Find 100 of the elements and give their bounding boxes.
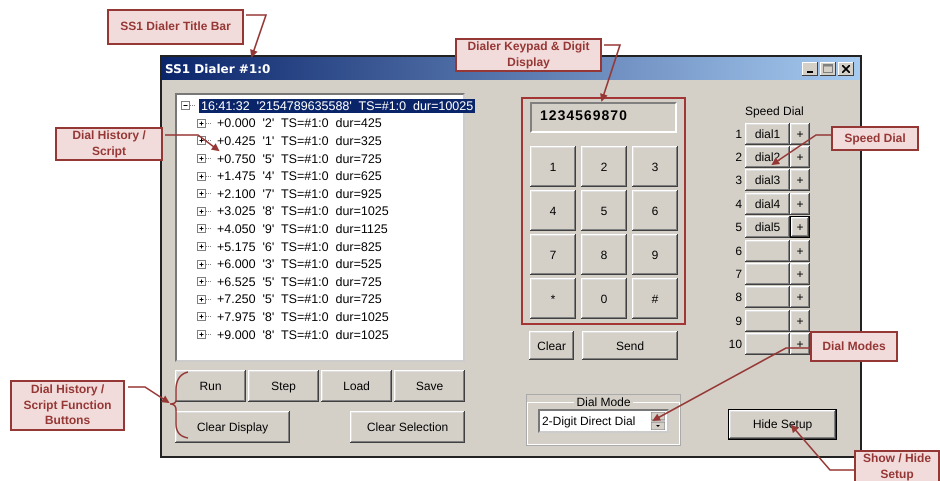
add-button[interactable]: + bbox=[790, 122, 810, 145]
add-button[interactable]: + bbox=[790, 310, 810, 332]
speed-dial-button[interactable] bbox=[745, 286, 790, 308]
speed-dial-number: 2 bbox=[734, 150, 742, 164]
clear-button[interactable]: Clear Display bbox=[175, 411, 290, 443]
tree-item[interactable]: +5.175 '6' TS=#1:0 dur=825 bbox=[215, 240, 384, 254]
callout-label: Dialer Keypad & Digit Display bbox=[455, 38, 602, 72]
speed-dial-number: 1 bbox=[734, 126, 742, 141]
expand-icon[interactable] bbox=[197, 224, 212, 234]
tree-item[interactable]: +1.475 '4' TS=#1:0 dur=625 bbox=[215, 169, 384, 184]
tree-item[interactable]: +7.975 '8' TS=#1:0 dur=1025 bbox=[215, 310, 391, 324]
tree-item[interactable]: +9.000 '8' TS=#1:0 dur=1025 bbox=[215, 328, 391, 342]
expand-icon[interactable] bbox=[197, 118, 212, 128]
callout-label: SS1 Dialer Title Bar bbox=[107, 9, 244, 45]
speed-dial-number: 9 bbox=[734, 314, 742, 328]
speed-dial-number: 5 bbox=[734, 220, 742, 234]
clear-button[interactable]: Clear bbox=[529, 331, 574, 360]
window-title: SS1 Dialer #1:0 bbox=[165, 62, 270, 76]
keypad-key[interactable]: 6 bbox=[632, 190, 678, 231]
speed-dial-number: 6 bbox=[734, 244, 742, 258]
add-button[interactable]: + bbox=[790, 286, 810, 308]
tree-item[interactable]: +7.250 '5' TS=#1:0 dur=725 bbox=[215, 292, 384, 306]
expand-icon[interactable] bbox=[197, 330, 212, 340]
script-button[interactable]: Step bbox=[248, 370, 319, 402]
keypad-key[interactable]: 7 bbox=[530, 234, 576, 275]
tree-item[interactable]: +0.000 '2' TS=#1:0 dur=425 bbox=[215, 116, 384, 130]
digit-display: 1234569870 bbox=[530, 102, 677, 133]
brace-drawing bbox=[169, 371, 188, 439]
close-button[interactable] bbox=[838, 62, 854, 76]
script-button[interactable]: Save bbox=[394, 370, 465, 402]
add-button[interactable]: + bbox=[790, 240, 810, 262]
keypad-key[interactable]: * bbox=[530, 278, 576, 319]
keypad-key[interactable]: 0 bbox=[581, 278, 627, 319]
keypad-key[interactable]: 1 bbox=[530, 146, 576, 187]
speed-dial-number: 8 bbox=[734, 290, 742, 304]
speed-dial-button[interactable] bbox=[745, 240, 790, 262]
spin-icon[interactable] bbox=[651, 412, 665, 430]
minimize-icon bbox=[807, 70, 813, 72]
send-button[interactable]: Send bbox=[582, 331, 678, 360]
dial-mode-select[interactable]: 2-Digit Direct Dial bbox=[538, 409, 669, 433]
expand-icon[interactable] bbox=[197, 136, 212, 146]
close-icon bbox=[842, 64, 850, 72]
add-button[interactable]: + bbox=[790, 146, 810, 168]
hide-setup-button[interactable]: Hide Setup bbox=[728, 408, 837, 440]
keypad-key[interactable]: 4 bbox=[530, 190, 576, 231]
speed-dial-button[interactable]: dial5 bbox=[745, 216, 790, 238]
expand-icon[interactable] bbox=[197, 260, 212, 269]
minimize-button[interactable] bbox=[802, 62, 818, 76]
speed-dial-button[interactable] bbox=[745, 310, 790, 332]
add-button[interactable]: + bbox=[790, 169, 810, 192]
keypad-key[interactable]: 8 bbox=[581, 234, 627, 275]
add-button[interactable]: + bbox=[790, 263, 810, 286]
speed-dial-number: 7 bbox=[734, 267, 742, 282]
tree-item[interactable]: +2.100 '7' TS=#1:0 dur=925 bbox=[215, 186, 384, 201]
tree-item[interactable]: +4.050 '9' TS=#1:0 dur=1125 bbox=[215, 222, 390, 236]
expand-icon[interactable] bbox=[197, 294, 212, 304]
speed-dial-button[interactable]: dial3 bbox=[745, 169, 790, 192]
speed-dial-number: 3 bbox=[734, 173, 742, 188]
callout-label: Speed Dial bbox=[831, 126, 919, 151]
callout-label: Show / Hide Setup bbox=[854, 450, 940, 481]
keypad-key[interactable]: 5 bbox=[581, 190, 627, 231]
add-button[interactable]: + bbox=[790, 192, 810, 215]
tree-item[interactable]: +6.000 '3' TS=#1:0 dur=525 bbox=[215, 257, 384, 272]
expand-icon[interactable] bbox=[197, 154, 212, 164]
script-button[interactable]: Run bbox=[175, 370, 246, 402]
expand-icon[interactable] bbox=[197, 172, 212, 181]
script-button[interactable]: Load bbox=[321, 370, 392, 402]
callout-arrow bbox=[246, 14, 268, 58]
speed-dial-button[interactable] bbox=[745, 333, 790, 356]
tree-item[interactable]: +0.750 '5' TS=#1:0 dur=725 bbox=[215, 152, 384, 166]
callout-arrow bbox=[128, 386, 170, 404]
expand-icon[interactable] bbox=[197, 189, 212, 198]
keypad-key[interactable]: 9 bbox=[632, 234, 678, 275]
tree-item[interactable]: +6.525 '5' TS=#1:0 dur=725 bbox=[215, 274, 384, 289]
maximize-icon bbox=[823, 64, 833, 73]
add-button[interactable]: + bbox=[790, 333, 810, 356]
maximize-button[interactable] bbox=[820, 62, 836, 76]
speed-dial-button[interactable]: dial1 bbox=[745, 122, 790, 145]
keypad-key[interactable]: 3 bbox=[632, 146, 678, 187]
speed-dial-button[interactable]: dial4 bbox=[745, 192, 790, 215]
speed-dial-button[interactable] bbox=[745, 263, 790, 286]
callout-label: Dial Modes bbox=[810, 331, 898, 362]
add-button[interactable]: + bbox=[790, 216, 810, 238]
speed-dial-number: 10 bbox=[728, 337, 742, 352]
tree-item[interactable]: +3.025 '8' TS=#1:0 dur=1025 bbox=[215, 204, 391, 218]
tree-item[interactable]: 16:41:32 '2154789635588' TS=#1:0 dur=10025 bbox=[199, 98, 476, 113]
expand-icon[interactable] bbox=[197, 312, 212, 322]
callout-label: Dial History / Script Function Buttons bbox=[10, 380, 125, 431]
speed-dial-number: 4 bbox=[734, 196, 742, 211]
tree-item[interactable]: +0.425 '1' TS=#1:0 dur=325 bbox=[215, 134, 384, 148]
collapse-icon[interactable] bbox=[181, 101, 196, 110]
keypad-key[interactable]: 2 bbox=[581, 146, 627, 187]
speed-dial-title: Speed Dial bbox=[745, 104, 805, 120]
expand-icon[interactable] bbox=[197, 242, 212, 252]
clear-button[interactable]: Clear Selection bbox=[350, 411, 465, 443]
callout-label: Dial History / Script bbox=[55, 127, 163, 161]
keypad-key[interactable]: # bbox=[632, 278, 678, 319]
expand-icon[interactable] bbox=[197, 277, 212, 286]
callout-arrow bbox=[600, 44, 622, 102]
expand-icon[interactable] bbox=[197, 206, 212, 216]
